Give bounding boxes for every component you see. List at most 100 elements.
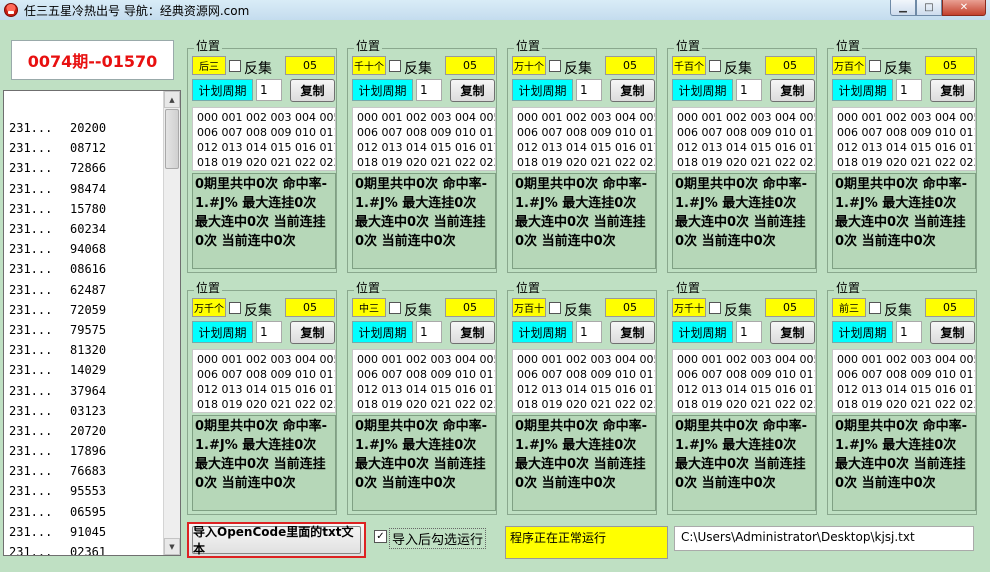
history-row[interactable]: 231... 37964 xyxy=(4,380,164,400)
position-select[interactable]: 千十个 xyxy=(352,56,386,75)
fanji-label[interactable]: 反集 xyxy=(884,300,912,320)
count-field[interactable]: 05 xyxy=(285,56,335,75)
copy-button[interactable]: 复制 xyxy=(610,79,655,102)
plan-period-input[interactable]: 1 xyxy=(576,321,602,343)
fanji-checkbox[interactable] xyxy=(389,302,401,314)
number-list[interactable]: 000 001 002 003 004 005 006 007 008 009 … xyxy=(512,107,656,171)
count-field[interactable]: 05 xyxy=(605,298,655,317)
minimize-button[interactable]: ▁ xyxy=(890,0,916,16)
history-row[interactable]: 231... 72059 xyxy=(4,300,164,320)
fanji-checkbox[interactable] xyxy=(389,60,401,72)
fanji-label[interactable]: 反集 xyxy=(564,300,592,320)
maximize-button[interactable]: □ xyxy=(916,0,942,16)
fanji-checkbox[interactable] xyxy=(869,302,881,314)
count-field[interactable]: 05 xyxy=(605,56,655,75)
count-field[interactable]: 05 xyxy=(925,56,975,75)
number-list[interactable]: 000 001 002 003 004 005 006 007 008 009 … xyxy=(832,349,976,413)
fanji-checkbox[interactable] xyxy=(229,302,241,314)
copy-button[interactable]: 复制 xyxy=(930,321,975,344)
history-row[interactable]: 231... 02361 xyxy=(4,542,164,555)
history-row[interactable]: 231... 76683 xyxy=(4,461,164,481)
fanji-checkbox[interactable] xyxy=(229,60,241,72)
history-scrollbar[interactable]: ▲ ▼ xyxy=(163,91,180,555)
copy-button[interactable]: 复制 xyxy=(450,321,495,344)
fanji-checkbox[interactable] xyxy=(549,302,561,314)
auto-run-label[interactable]: 导入后勾选运行 xyxy=(389,528,487,549)
history-list[interactable]: 231... 20200 231... 08712 231... 72866 231... 9… xyxy=(4,91,164,555)
count-field[interactable]: 05 xyxy=(765,56,815,75)
plan-period-input[interactable]: 1 xyxy=(736,79,762,101)
scroll-thumb[interactable] xyxy=(165,109,179,169)
plan-period-input[interactable]: 1 xyxy=(416,79,442,101)
plan-period-input[interactable]: 1 xyxy=(576,79,602,101)
number-list[interactable]: 000 001 002 003 004 005 006 007 008 009 … xyxy=(672,107,816,171)
fanji-label[interactable]: 反集 xyxy=(564,58,592,78)
fanji-checkbox[interactable] xyxy=(869,60,881,72)
position-select[interactable]: 万百个 xyxy=(832,56,866,75)
position-select[interactable]: 中三 xyxy=(352,298,386,317)
auto-run-checkbox[interactable]: ✓ xyxy=(374,530,387,543)
copy-button[interactable]: 复制 xyxy=(610,321,655,344)
fanji-label[interactable]: 反集 xyxy=(244,58,272,78)
position-select[interactable]: 万千个 xyxy=(192,298,226,317)
history-row[interactable]: 231... 60234 xyxy=(4,219,164,239)
history-row[interactable]: 231... 08616 xyxy=(4,259,164,279)
fanji-label[interactable]: 反集 xyxy=(884,58,912,78)
number-list[interactable]: 000 001 002 003 004 005 006 007 008 009 … xyxy=(512,349,656,413)
fanji-label[interactable]: 反集 xyxy=(724,58,752,78)
history-row[interactable]: 231... 06595 xyxy=(4,502,164,522)
history-row[interactable]: 231... 20720 xyxy=(4,421,164,441)
fanji-label[interactable]: 反集 xyxy=(244,300,272,320)
count-field[interactable]: 05 xyxy=(925,298,975,317)
plan-period-input[interactable]: 1 xyxy=(416,321,442,343)
history-row[interactable]: 231... 81320 xyxy=(4,340,164,360)
plan-period-input[interactable]: 1 xyxy=(896,79,922,101)
position-select[interactable]: 前三 xyxy=(832,298,866,317)
fanji-label[interactable]: 反集 xyxy=(404,58,432,78)
history-row[interactable]: 231... 95553 xyxy=(4,481,164,501)
count-field[interactable]: 05 xyxy=(445,298,495,317)
history-row[interactable]: 231... 98474 xyxy=(4,179,164,199)
import-txt-button[interactable]: 导入OpenCode里面的txt文本 xyxy=(187,522,366,558)
plan-period-input[interactable]: 1 xyxy=(256,321,282,343)
history-row[interactable]: 231... 91045 xyxy=(4,522,164,542)
file-path-field[interactable]: C:\Users\Administrator\Desktop\kjsj.txt xyxy=(674,526,974,551)
scroll-down-arrow-icon[interactable]: ▼ xyxy=(164,538,180,555)
history-row[interactable]: 231... 62487 xyxy=(4,280,164,300)
history-row[interactable]: 231... 94068 xyxy=(4,239,164,259)
history-row[interactable]: 231... 08712 xyxy=(4,138,164,158)
history-row[interactable]: 231... 72866 xyxy=(4,158,164,178)
copy-button[interactable]: 复制 xyxy=(770,321,815,344)
number-list[interactable]: 000 001 002 003 004 005 006 007 008 009 … xyxy=(352,107,496,171)
history-row[interactable]: 231... 15780 xyxy=(4,199,164,219)
copy-button[interactable]: 复制 xyxy=(930,79,975,102)
position-select[interactable]: 万千十 xyxy=(672,298,706,317)
history-row[interactable]: 231... 14029 xyxy=(4,360,164,380)
number-list[interactable]: 000 001 002 003 004 005 006 007 008 009 … xyxy=(352,349,496,413)
history-row[interactable]: 231... 20200 xyxy=(4,118,164,138)
fanji-checkbox[interactable] xyxy=(709,302,721,314)
plan-period-input[interactable]: 1 xyxy=(736,321,762,343)
history-row[interactable]: 231... 03123 xyxy=(4,401,164,421)
history-row[interactable]: 231... 79575 xyxy=(4,320,164,340)
count-field[interactable]: 05 xyxy=(765,298,815,317)
fanji-label[interactable]: 反集 xyxy=(724,300,752,320)
number-list[interactable]: 000 001 002 003 004 005 006 007 008 009 … xyxy=(192,349,336,413)
copy-button[interactable]: 复制 xyxy=(450,79,495,102)
count-field[interactable]: 05 xyxy=(445,56,495,75)
plan-period-input[interactable]: 1 xyxy=(256,79,282,101)
fanji-checkbox[interactable] xyxy=(709,60,721,72)
scroll-up-arrow-icon[interactable]: ▲ xyxy=(164,91,180,108)
plan-period-input[interactable]: 1 xyxy=(896,321,922,343)
copy-button[interactable]: 复制 xyxy=(290,321,335,344)
number-list[interactable]: 000 001 002 003 004 005 006 007 008 009 … xyxy=(832,107,976,171)
copy-button[interactable]: 复制 xyxy=(770,79,815,102)
copy-button[interactable]: 复制 xyxy=(290,79,335,102)
number-list[interactable]: 000 001 002 003 004 005 006 007 008 009 … xyxy=(192,107,336,171)
close-button[interactable]: ✕ xyxy=(942,0,986,16)
fanji-checkbox[interactable] xyxy=(549,60,561,72)
fanji-label[interactable]: 反集 xyxy=(404,300,432,320)
history-list-box[interactable]: 231... 20200 231... 08712 231... 72866 231... 9… xyxy=(3,90,181,556)
count-field[interactable]: 05 xyxy=(285,298,335,317)
number-list[interactable]: 000 001 002 003 004 005 006 007 008 009 … xyxy=(672,349,816,413)
